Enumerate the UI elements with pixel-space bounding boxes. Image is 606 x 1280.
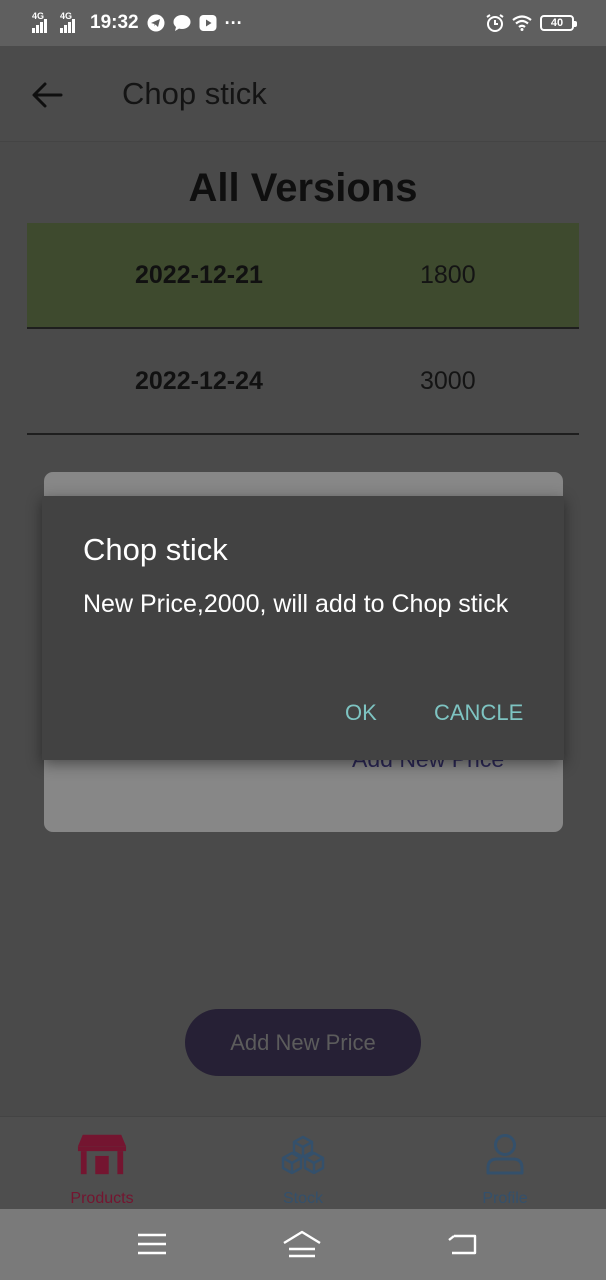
wifi-icon xyxy=(512,15,532,31)
telegram-icon xyxy=(147,14,165,32)
more-notifications-icon: ··· xyxy=(224,12,243,33)
alarm-icon xyxy=(486,14,504,32)
nav-label-products: Products xyxy=(70,1190,134,1207)
bottom-nav: Products Stock Profile xyxy=(0,1116,606,1209)
arrow-left-icon xyxy=(32,82,63,108)
cancel-button[interactable]: CANCLE xyxy=(434,700,523,726)
add-new-price-button[interactable]: Add New Price xyxy=(185,1009,421,1076)
menu-icon xyxy=(138,1233,166,1255)
version-row[interactable]: 2022-12-24 3000 xyxy=(27,329,579,435)
nav-label-stock: Stock xyxy=(282,1190,323,1207)
message-icon xyxy=(173,14,191,32)
page-title: Chop stick xyxy=(122,76,267,111)
store-icon xyxy=(77,1131,127,1177)
signal-icon-2: 4G xyxy=(60,11,80,33)
version-price: 1800 xyxy=(420,261,476,289)
video-icon xyxy=(199,14,217,32)
status-time: 19:32 xyxy=(90,12,139,33)
version-date: 2022-12-24 xyxy=(135,367,263,395)
version-date: 2022-12-21 xyxy=(135,261,263,289)
boxes-icon xyxy=(278,1131,328,1177)
menu-button[interactable] xyxy=(132,1227,172,1261)
dialog-title: Chop stick xyxy=(83,532,228,567)
dialog-message: New Price,2000, will add to Chop stick xyxy=(83,590,509,618)
person-icon xyxy=(480,1131,530,1177)
back-system-button[interactable] xyxy=(442,1227,482,1261)
system-nav-bar xyxy=(0,1209,606,1280)
version-price: 3000 xyxy=(420,367,476,395)
nav-item-profile[interactable]: Profile xyxy=(435,1117,575,1210)
battery-icon: 40 xyxy=(540,15,577,31)
nav-item-stock[interactable]: Stock xyxy=(233,1117,373,1210)
section-title: All Versions xyxy=(188,166,418,210)
app-bar: Chop stick xyxy=(0,46,606,142)
ok-button[interactable]: OK xyxy=(345,700,377,726)
confirm-dialog: Chop stick New Price,2000, will add to C… xyxy=(42,496,564,760)
signal-icon: 4G xyxy=(32,11,52,33)
status-bar: 4G 4G 19:32 ··· 40 xyxy=(0,0,606,46)
home-icon xyxy=(283,1230,321,1258)
back-button[interactable] xyxy=(28,76,66,114)
back-icon xyxy=(448,1234,477,1255)
version-row-selected[interactable]: 2022-12-21 1800 xyxy=(27,223,579,329)
home-button[interactable] xyxy=(282,1227,322,1261)
nav-label-profile: Profile xyxy=(482,1190,528,1207)
nav-item-products[interactable]: Products xyxy=(32,1117,172,1210)
